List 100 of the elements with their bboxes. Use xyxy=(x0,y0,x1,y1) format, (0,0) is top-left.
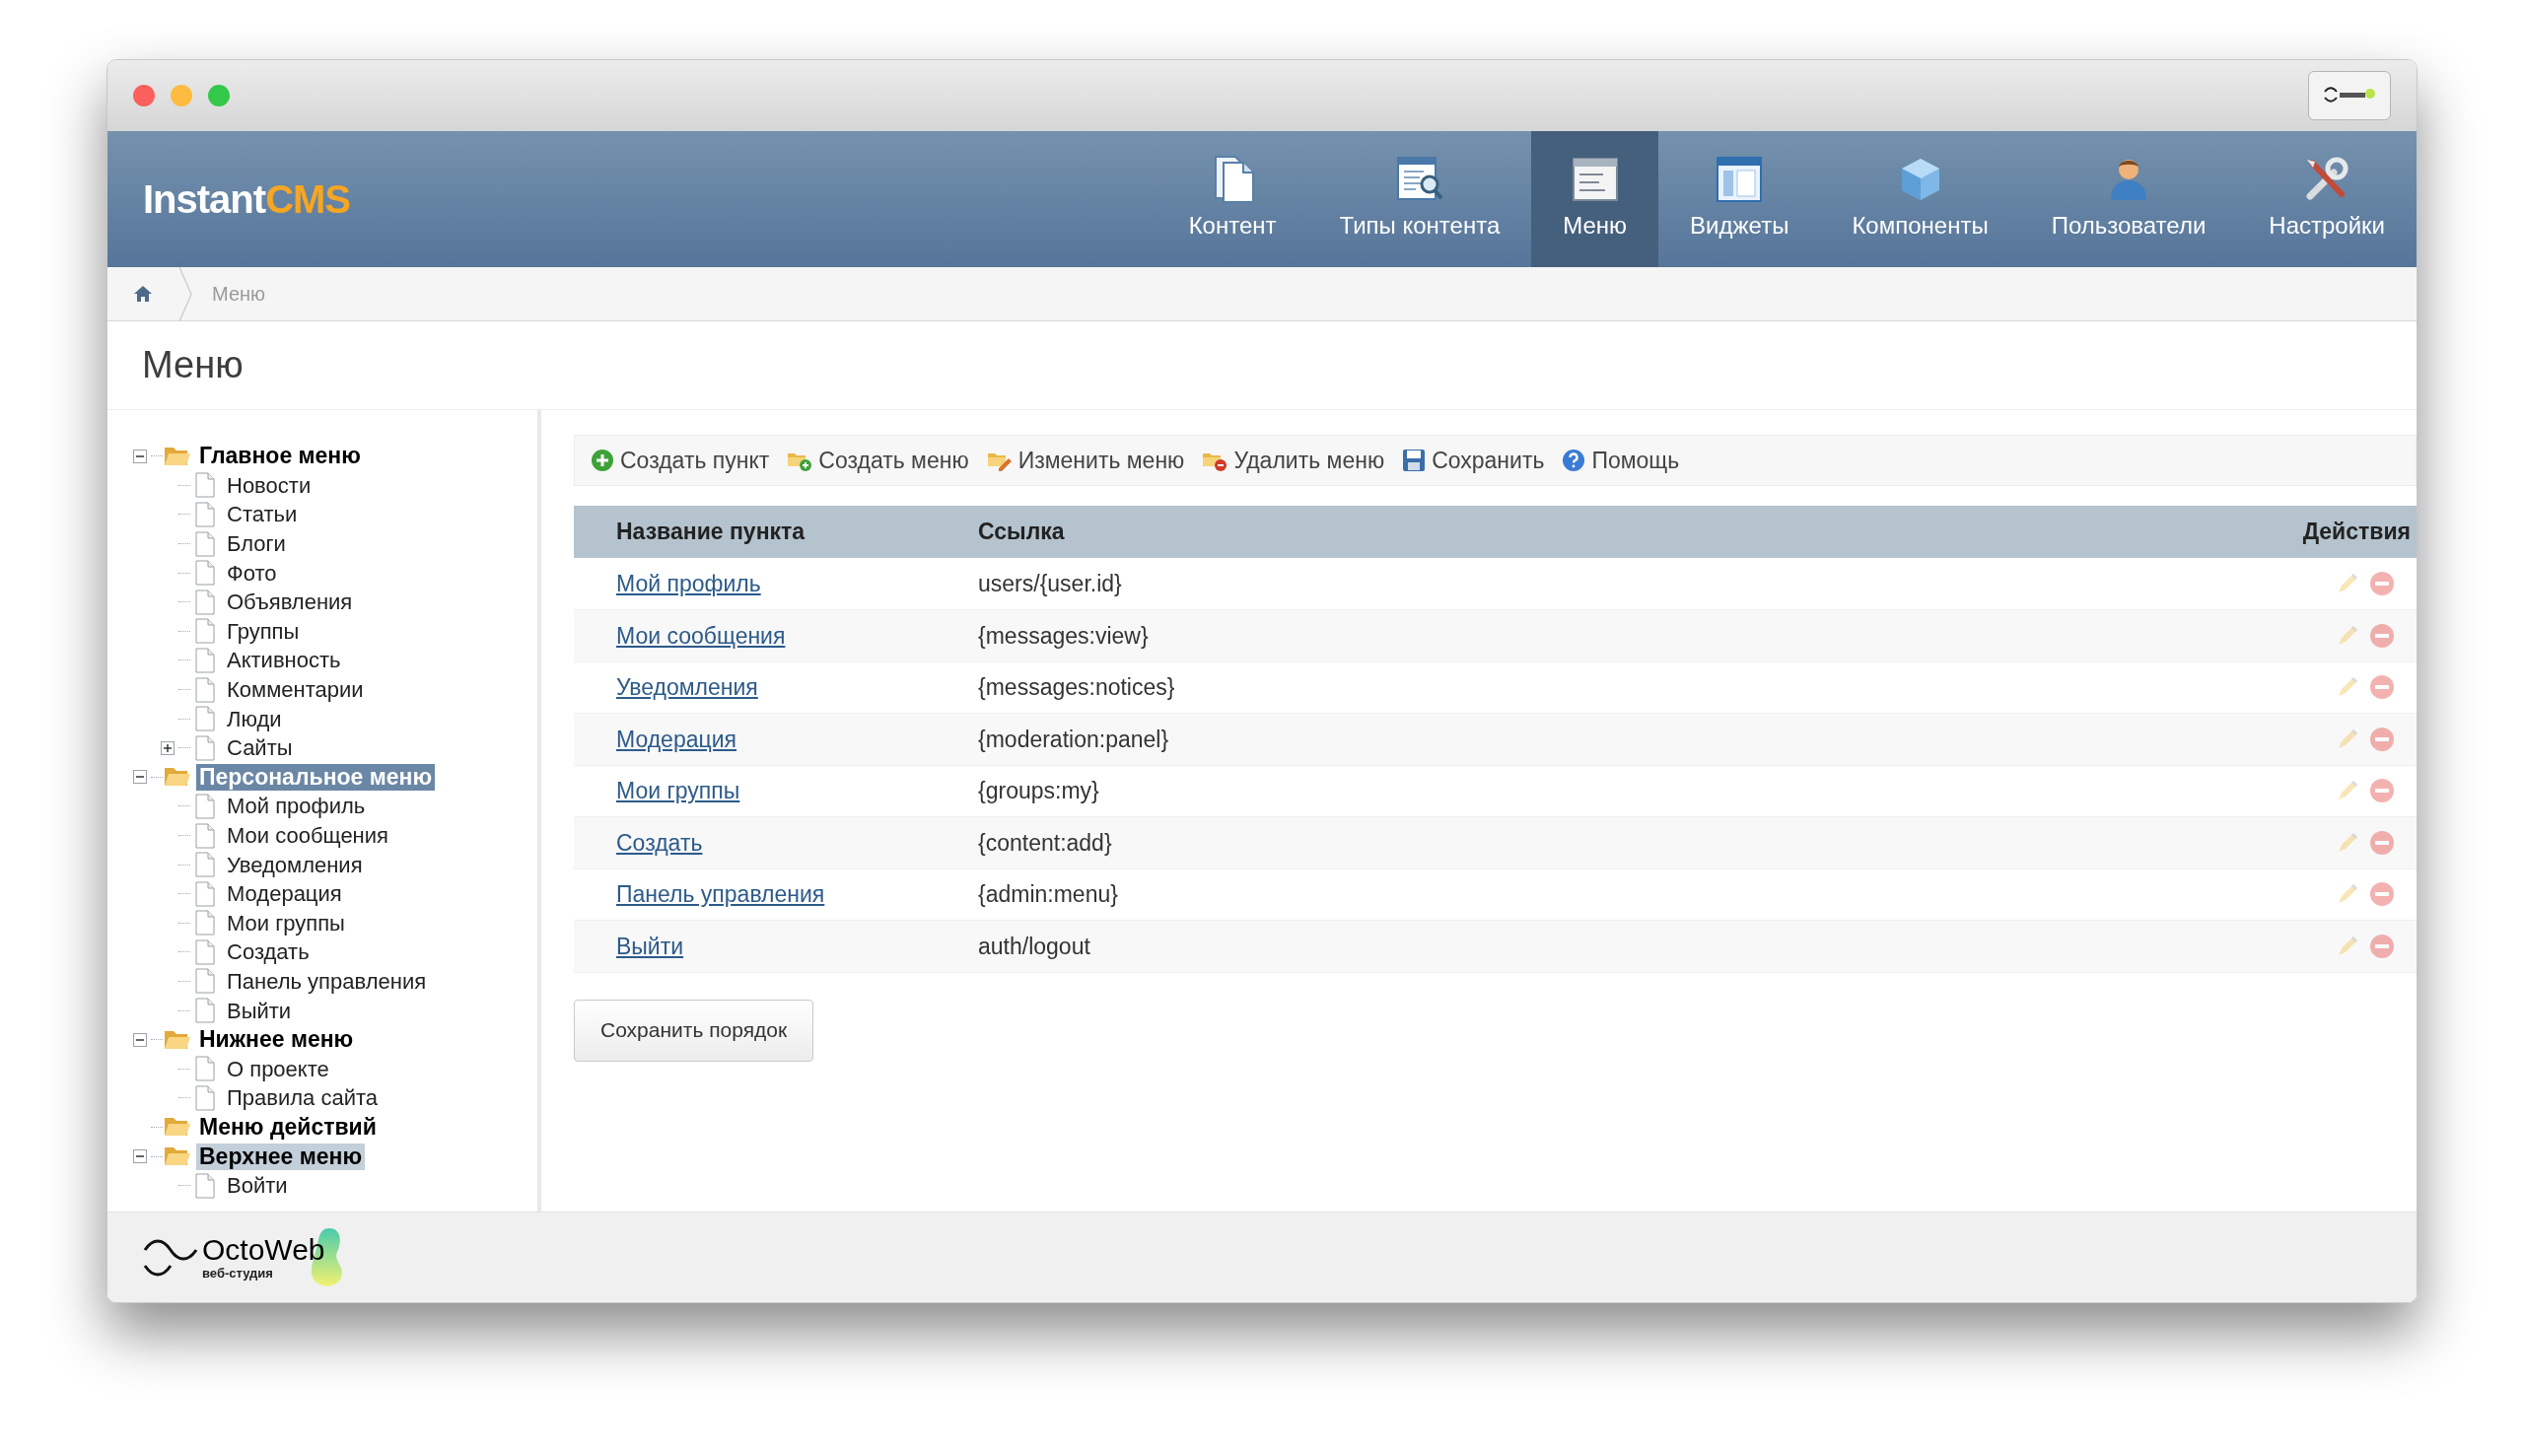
page-icon xyxy=(194,910,216,936)
menu-tree-item[interactable]: Выйти xyxy=(224,997,295,1024)
page-icon xyxy=(194,1056,216,1082)
pencil-icon[interactable] xyxy=(2336,572,2359,595)
pencil-icon[interactable] xyxy=(2336,830,2359,855)
nav-tab[interactable]: Контент xyxy=(1157,131,1308,267)
menu-folder-item[interactable]: Нижнее меню xyxy=(196,1026,357,1054)
delete-icon[interactable] xyxy=(2369,726,2395,752)
menu-tree-item[interactable]: Мои группы xyxy=(224,909,348,936)
item-link[interactable]: Панель управления xyxy=(616,881,825,907)
page-icon xyxy=(194,647,216,673)
menu-folder-item[interactable]: Главное меню xyxy=(196,443,364,470)
pencil-icon[interactable] xyxy=(2336,623,2359,648)
table-cell: {moderation:panel} xyxy=(978,713,1890,765)
nav-tab[interactable]: Виджеты xyxy=(1658,131,1821,267)
page-icon xyxy=(194,968,216,995)
item-link[interactable]: Мои сообщения xyxy=(616,622,786,649)
nav-tab[interactable]: Компоненты xyxy=(1820,131,2020,267)
menu-tree-item[interactable]: Мои сообщения xyxy=(224,822,391,849)
logo-text: InstantCMS xyxy=(143,176,350,223)
brand-name: OctoWeb xyxy=(202,1235,325,1265)
menu-tree-item[interactable]: О проекте xyxy=(224,1055,332,1082)
menu-tree-item[interactable]: Объявления xyxy=(224,589,356,616)
plus-icon xyxy=(591,449,614,472)
brand-tagline: веб-студия xyxy=(202,1267,274,1280)
menu-tree-item[interactable]: Статьи xyxy=(224,501,301,528)
zoom-icon[interactable] xyxy=(208,85,230,106)
save-order-button[interactable]: Сохранить порядок xyxy=(574,999,814,1062)
page-icon xyxy=(194,618,216,645)
pencil-icon[interactable] xyxy=(2336,727,2359,751)
help-icon xyxy=(1562,449,1586,472)
delete-icon[interactable] xyxy=(2369,933,2395,959)
menu-tree-item[interactable]: Комментарии xyxy=(224,676,367,704)
menu-tree-item[interactable]: Группы xyxy=(224,617,303,645)
item-link[interactable]: Уведомления xyxy=(616,674,758,700)
menu-tree-item[interactable]: Новости xyxy=(224,471,315,499)
close-icon[interactable] xyxy=(133,85,155,106)
page-icon xyxy=(194,676,216,703)
column-header: Ссылка xyxy=(978,506,1890,558)
table-cell: {groups:my} xyxy=(978,765,1890,817)
menu-folder-item[interactable]: Верхнее меню xyxy=(196,1143,366,1170)
page-icon xyxy=(194,706,216,732)
item-link[interactable]: Мой профиль xyxy=(616,570,761,596)
nav-tab[interactable]: Типы контента xyxy=(1307,131,1532,267)
toolbar-button[interactable]: Помощь xyxy=(1562,443,1680,478)
page-icon xyxy=(194,530,216,557)
nav-tab[interactable]: Настройки xyxy=(2237,131,2417,267)
menu-tree-item[interactable]: Правила сайта xyxy=(224,1084,382,1112)
delete-icon[interactable] xyxy=(2369,778,2395,804)
page-icon xyxy=(194,852,216,878)
menu-tree-item[interactable]: Уведомления xyxy=(224,851,366,878)
delete-icon[interactable] xyxy=(2369,674,2395,701)
menu-tree-item[interactable]: Активность xyxy=(224,647,344,674)
menu-folder-item[interactable]: Меню действий xyxy=(196,1113,380,1141)
menu-tree-item[interactable]: Модерация xyxy=(224,880,345,908)
item-link[interactable]: Мои группы xyxy=(616,778,740,803)
page-icon xyxy=(194,1172,216,1199)
menu-tree-item[interactable]: Блоги xyxy=(224,530,289,558)
page-icon xyxy=(194,880,216,907)
nav-tab[interactable]: Меню xyxy=(1531,131,1659,267)
delete-icon[interactable] xyxy=(2369,571,2395,596)
delete-icon[interactable] xyxy=(2369,622,2395,649)
collapse-icon[interactable] xyxy=(133,1149,147,1164)
table-cell: {content:add} xyxy=(978,816,1890,868)
menu-folder-item[interactable]: Персональное меню xyxy=(196,763,436,791)
menu-tree-item[interactable]: Создать xyxy=(224,938,313,966)
list-window-icon xyxy=(1570,155,1620,204)
delete-icon[interactable] xyxy=(2369,881,2395,908)
extension-button[interactable] xyxy=(2308,71,2391,120)
item-link[interactable]: Модерация xyxy=(616,726,736,752)
menu-tree-item[interactable]: Фото xyxy=(224,559,280,587)
page-icon xyxy=(194,1084,216,1111)
table-cell: {messages:view} xyxy=(978,609,1890,661)
toolbar-button[interactable]: Сохранить xyxy=(1402,443,1545,478)
minimize-icon[interactable] xyxy=(171,85,192,106)
expand-icon[interactable] xyxy=(161,740,175,755)
toolbar-button[interactable]: Создать меню xyxy=(787,443,969,478)
toolbar-button[interactable]: Изменить меню xyxy=(986,443,1185,478)
menu-tree-item[interactable]: Сайты xyxy=(224,734,296,762)
nav-tab[interactable]: Пользователи xyxy=(2019,131,2238,267)
pencil-icon[interactable] xyxy=(2336,934,2359,958)
collapse-icon[interactable] xyxy=(133,770,147,785)
menu-tree-item[interactable]: Панель управления xyxy=(224,968,430,995)
page-icon xyxy=(194,734,216,761)
column-header: Действия xyxy=(1889,506,2417,558)
toolbar-button[interactable]: Удалить меню xyxy=(1202,443,1385,478)
item-link[interactable]: Создать xyxy=(616,829,703,856)
menu-tree-item[interactable]: Войти xyxy=(224,1172,291,1200)
delete-icon[interactable] xyxy=(2369,829,2395,856)
collapse-icon[interactable] xyxy=(133,1032,147,1047)
menu-tree-item[interactable]: Мой профиль xyxy=(224,793,369,820)
menu-tree-item[interactable]: Люди xyxy=(224,705,285,732)
page-icon xyxy=(194,998,216,1024)
home-icon[interactable] xyxy=(133,285,153,303)
table-cell: {messages:notices} xyxy=(978,661,1890,714)
collapse-icon[interactable] xyxy=(133,449,147,463)
toolbar-button[interactable]: Создать пункт xyxy=(591,443,770,478)
table-cell: {admin:menu} xyxy=(978,868,1890,921)
item-link[interactable]: Выйти xyxy=(616,933,684,959)
table-cell: auth/logout xyxy=(978,920,1890,972)
